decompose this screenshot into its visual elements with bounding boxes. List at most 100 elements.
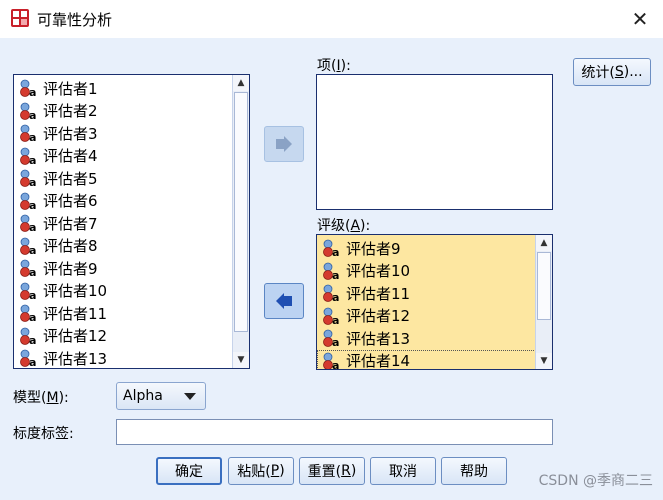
list-item[interactable]: a 评估者10	[317, 260, 552, 283]
svg-text:a: a	[29, 311, 36, 322]
scale-variable-icon: a	[323, 352, 339, 370]
variable-label: 评估者7	[43, 214, 98, 233]
scale-label-label: 标度标签:	[13, 426, 74, 442]
variable-label: 评估者13	[43, 349, 108, 368]
app-icon	[11, 9, 29, 27]
list-item[interactable]: a 评估者9	[317, 237, 552, 260]
svg-text:a: a	[332, 269, 339, 280]
items-label: 项(I):	[317, 58, 351, 74]
ratings-label: 评级(A):	[317, 218, 371, 234]
list-item[interactable]: a 评估者14	[317, 349, 552, 370]
scrollbar-thumb[interactable]	[234, 92, 248, 332]
watermark: CSDN @季商二三	[538, 473, 653, 489]
move-from-ratings-button[interactable]	[264, 283, 304, 319]
scrollbar-thumb[interactable]	[537, 252, 551, 320]
variable-label: 评估者2	[43, 102, 98, 121]
items-list[interactable]	[316, 74, 553, 210]
scale-variable-icon: a	[20, 237, 36, 255]
list-item[interactable]: a 评估者11	[14, 302, 249, 325]
svg-text:a: a	[332, 336, 339, 347]
title-bar: 可靠性分析 ✕	[0, 0, 663, 38]
scale-variable-icon: a	[20, 304, 36, 322]
scale-variable-icon: a	[323, 307, 339, 325]
list-item[interactable]: a 评估者5	[14, 167, 249, 190]
help-button[interactable]: 帮助	[441, 457, 507, 485]
variable-label: 评估者1	[43, 79, 98, 98]
scale-variable-icon: a	[20, 192, 36, 210]
scale-variable-icon: a	[20, 282, 36, 300]
svg-text:a: a	[332, 314, 339, 325]
scroll-up-icon[interactable]: ▲	[536, 235, 552, 251]
scale-variable-icon: a	[20, 102, 36, 120]
scroll-down-icon[interactable]: ▼	[536, 353, 552, 369]
cancel-button[interactable]: 取消	[370, 457, 436, 485]
scale-variable-icon: a	[323, 284, 339, 302]
svg-text:a: a	[29, 154, 36, 165]
list-item[interactable]: a 评估者10	[14, 280, 249, 303]
svg-text:a: a	[29, 221, 36, 232]
scale-variable-icon: a	[20, 147, 36, 165]
list-item[interactable]: a 评估者11	[317, 282, 552, 305]
variable-label: 评估者4	[43, 147, 98, 166]
list-item[interactable]: a 评估者12	[14, 325, 249, 348]
model-select[interactable]: Alpha	[116, 382, 206, 410]
statistics-button[interactable]: 统计(S)...	[573, 58, 651, 86]
chevron-down-icon	[184, 393, 196, 400]
list-item[interactable]: a 评估者13	[14, 347, 249, 368]
variable-label: 评估者8	[43, 237, 98, 256]
variable-label: 评估者14	[346, 352, 411, 370]
variable-label: 评估者10	[43, 282, 108, 301]
list-item[interactable]: a 评估者9	[14, 257, 249, 280]
svg-text:a: a	[332, 246, 339, 257]
scale-variable-icon: a	[20, 259, 36, 277]
variable-label: 评估者10	[346, 262, 411, 281]
svg-text:a: a	[29, 109, 36, 120]
variable-label: 评估者11	[43, 304, 108, 323]
variable-label: 评估者6	[43, 192, 98, 211]
scroll-up-icon[interactable]: ▲	[233, 75, 249, 91]
scale-variable-icon: a	[323, 239, 339, 257]
arrow-right-icon	[276, 136, 292, 152]
list-item[interactable]: a 评估者13	[317, 327, 552, 350]
ok-button[interactable]: 确定	[156, 457, 222, 485]
list-item[interactable]: a 评估者3	[14, 122, 249, 145]
variable-label: 评估者5	[43, 169, 98, 188]
scroll-down-icon[interactable]: ▼	[233, 352, 249, 368]
model-label: 模型(M):	[13, 390, 69, 406]
svg-text:a: a	[332, 291, 339, 302]
svg-text:a: a	[332, 359, 339, 370]
svg-text:a: a	[29, 334, 36, 345]
scale-variable-icon: a	[20, 214, 36, 232]
dialog-body: a 评估者1 a 评估者2 a 评估者3 a 评估者4 a 评估者5 a 评估者6 a 评估者7 a 评估者8…	[0, 38, 663, 500]
list-item[interactable]: a 评估者6	[14, 190, 249, 213]
scale-variable-icon: a	[20, 169, 36, 187]
svg-text:a: a	[29, 244, 36, 255]
list-item[interactable]: a 评估者12	[317, 305, 552, 328]
source-list-scrollbar[interactable]: ▲ ▼	[232, 75, 249, 368]
model-value: Alpha	[123, 388, 163, 404]
list-item[interactable]: a 评估者8	[14, 235, 249, 258]
svg-text:a: a	[29, 131, 36, 142]
ratings-list-scrollbar[interactable]: ▲ ▼	[535, 235, 552, 369]
scale-variable-icon: a	[20, 79, 36, 97]
source-variable-list[interactable]: a 评估者1 a 评估者2 a 评估者3 a 评估者4 a 评估者5 a 评估者6 a 评估者7 a 评估者8…	[13, 74, 250, 369]
move-to-items-button[interactable]	[264, 126, 304, 162]
variable-label: 评估者12	[346, 307, 411, 326]
list-item[interactable]: a 评估者7	[14, 212, 249, 235]
variable-label: 评估者12	[43, 327, 108, 346]
scale-label-input[interactable]	[116, 419, 553, 445]
list-item[interactable]: a 评估者4	[14, 145, 249, 168]
close-button[interactable]: ✕	[627, 6, 653, 32]
list-item[interactable]: a 评估者1	[14, 77, 249, 100]
reset-button[interactable]: 重置(R)	[299, 457, 365, 485]
variable-label: 评估者11	[346, 284, 411, 303]
variable-label: 评估者13	[346, 329, 411, 348]
svg-text:a: a	[29, 86, 36, 97]
svg-text:a: a	[29, 176, 36, 187]
scale-variable-icon: a	[20, 349, 36, 367]
variable-label: 评估者9	[346, 239, 401, 258]
window-title: 可靠性分析	[37, 11, 113, 29]
paste-button[interactable]: 粘贴(P)	[228, 457, 294, 485]
list-item[interactable]: a 评估者2	[14, 100, 249, 123]
ratings-list[interactable]: a 评估者9 a 评估者10 a 评估者11 a 评估者12 a 评估者13 a 评估者14 ▲ ▼	[316, 234, 553, 370]
